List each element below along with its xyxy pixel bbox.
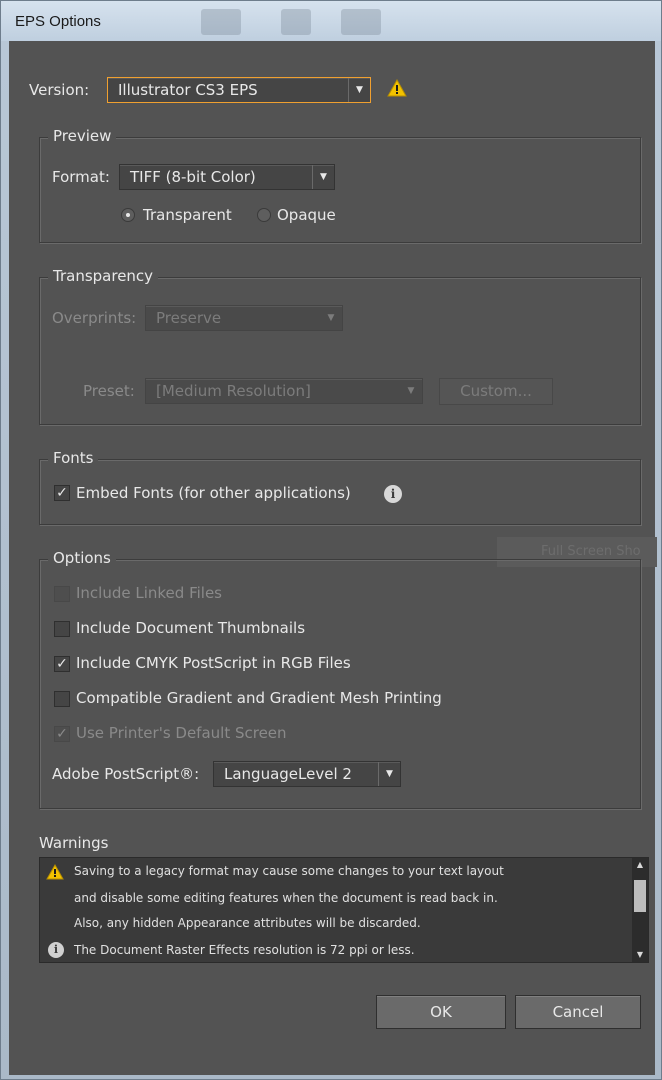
compatible-gradient-checkbox[interactable] — [54, 691, 70, 707]
version-select-value: Illustrator CS3 EPS — [118, 81, 258, 99]
overprints-label: Overprints: — [52, 309, 137, 327]
opaque-label[interactable]: Opaque — [277, 206, 336, 224]
title-bar[interactable]: EPS Options — [1, 1, 661, 41]
warning-line: and disable some editing features when t… — [74, 891, 498, 905]
include-linked-files-checkbox[interactable] — [54, 586, 70, 602]
embed-fonts-checkbox[interactable]: ✓ — [54, 485, 70, 501]
include-thumbnails-checkbox[interactable] — [54, 621, 70, 637]
transparent-radio[interactable] — [121, 208, 135, 222]
version-select[interactable]: Illustrator CS3 EPS ▼ — [107, 77, 371, 103]
format-label: Format: — [52, 168, 110, 186]
preview-legend: Preview — [48, 127, 117, 145]
info-icon: i — [48, 942, 64, 958]
preset-label: Preset: — [83, 382, 135, 400]
chevron-down-icon: ▼ — [327, 313, 335, 323]
warnings-label: Warnings — [39, 834, 109, 852]
opaque-radio[interactable] — [257, 208, 271, 222]
ok-button[interactable]: OK — [376, 995, 506, 1029]
include-linked-files-label: Include Linked Files — [76, 584, 222, 602]
printer-default-screen-checkbox[interactable]: ✓ — [54, 726, 70, 742]
warning-line: The Document Raster Effects resolution i… — [74, 943, 415, 957]
include-cmyk-label[interactable]: Include CMYK PostScript in RGB Files — [76, 654, 351, 672]
warning-icon — [387, 79, 407, 97]
warnings-list[interactable]: Saving to a legacy format may cause some… — [39, 857, 649, 963]
background-blur — [201, 9, 241, 35]
background-blur — [281, 9, 311, 35]
chevron-down-icon: ▼ — [378, 762, 400, 786]
overprints-select[interactable]: Preserve ▼ — [145, 305, 343, 331]
chevron-down-icon: ▼ — [312, 165, 334, 189]
fonts-legend: Fonts — [48, 449, 99, 467]
preview-group: Preview — [39, 127, 641, 243]
preset-select-value: [Medium Resolution] — [156, 382, 311, 400]
warning-icon — [46, 864, 64, 880]
eps-options-window: EPS Options Version: Illustrator CS3 EPS… — [0, 0, 662, 1080]
cancel-button[interactable]: Cancel — [515, 995, 641, 1029]
dialog-body: Version: Illustrator CS3 EPS ▼ Preview F… — [9, 41, 657, 1075]
warning-line: Also, any hidden Appearance attributes w… — [74, 916, 421, 930]
scroll-thumb[interactable] — [634, 880, 646, 912]
custom-button[interactable]: Custom... — [439, 378, 553, 405]
postscript-label: Adobe PostScript®: — [52, 765, 200, 783]
include-cmyk-checkbox[interactable]: ✓ — [54, 656, 70, 672]
format-select[interactable]: TIFF (8-bit Color) ▼ — [119, 164, 335, 190]
info-icon[interactable]: i — [384, 485, 402, 503]
warnings-scrollbar[interactable]: ▲ ▼ — [632, 858, 648, 962]
scroll-down-icon[interactable]: ▼ — [632, 948, 648, 962]
preset-select[interactable]: [Medium Resolution] ▼ — [145, 378, 423, 404]
include-thumbnails-label[interactable]: Include Document Thumbnails — [76, 619, 305, 637]
scroll-up-icon[interactable]: ▲ — [632, 858, 648, 872]
version-label: Version: — [29, 81, 90, 99]
compatible-gradient-label[interactable]: Compatible Gradient and Gradient Mesh Pr… — [76, 689, 442, 707]
printer-default-screen-label: Use Printer's Default Screen — [76, 724, 287, 742]
postscript-select[interactable]: LanguageLevel 2 ▼ — [213, 761, 401, 787]
background-blur — [341, 9, 381, 35]
transparent-label[interactable]: Transparent — [143, 206, 232, 224]
chevron-down-icon: ▼ — [348, 78, 370, 102]
transparency-legend: Transparency — [48, 267, 159, 285]
warning-line: Saving to a legacy format may cause some… — [74, 864, 504, 878]
chevron-down-icon: ▼ — [407, 386, 415, 396]
postscript-select-value: LanguageLevel 2 — [224, 765, 352, 783]
options-legend: Options — [48, 549, 116, 567]
window-title: EPS Options — [15, 13, 101, 30]
format-select-value: TIFF (8-bit Color) — [130, 168, 256, 186]
embed-fonts-label[interactable]: Embed Fonts (for other applications) — [76, 484, 351, 502]
overprints-select-value: Preserve — [156, 309, 222, 327]
